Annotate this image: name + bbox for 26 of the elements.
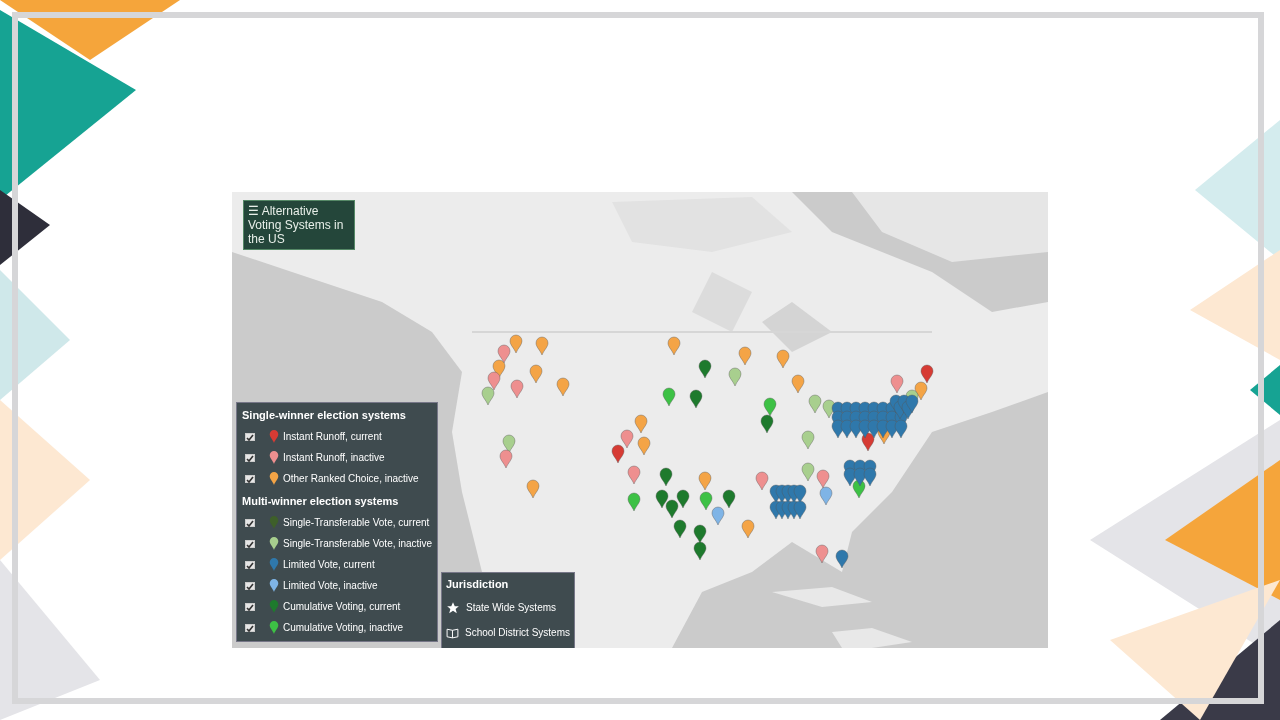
jurisdiction-label: State Wide Systems xyxy=(466,602,557,613)
legend-label: Cumulative Voting, inactive xyxy=(283,622,404,633)
legend-label: Instant Runoff, current xyxy=(283,431,382,442)
star-icon xyxy=(446,600,460,615)
legend-label: Single-Transferable Vote, inactive xyxy=(283,538,433,549)
legend-heading: Single-winner election systems xyxy=(242,409,407,421)
legend-label: Instant Runoff, inactive xyxy=(283,452,385,463)
legend-checkbox[interactable] xyxy=(245,581,255,590)
legend-label: Limited Vote, current xyxy=(283,559,375,570)
legend-label: Single-Transferable Vote, current xyxy=(283,517,430,528)
book-icon xyxy=(446,626,459,639)
legend-label: Cumulative Voting, current xyxy=(283,601,401,612)
legend-checkbox[interactable] xyxy=(245,453,255,462)
legend-checkbox[interactable] xyxy=(245,539,255,548)
jurisdiction-heading: Jurisdiction xyxy=(446,578,510,590)
legend-checkbox[interactable] xyxy=(245,623,255,632)
legend-checkbox[interactable] xyxy=(245,518,255,527)
jurisdiction-label: School District Systems xyxy=(464,627,570,638)
legend-label: Other Ranked Choice, inactive xyxy=(283,473,419,484)
legend-checkbox[interactable] xyxy=(245,432,255,441)
legend-checkbox[interactable] xyxy=(245,560,255,569)
legend-checkbox[interactable] xyxy=(245,474,255,483)
legend-label: Limited Vote, inactive xyxy=(283,580,378,591)
legend-heading: Multi-winner election systems xyxy=(242,495,400,507)
legend-checkbox[interactable] xyxy=(245,602,255,611)
map-title-button[interactable]: ☰ Alternative Voting Systems in the US xyxy=(243,200,355,250)
